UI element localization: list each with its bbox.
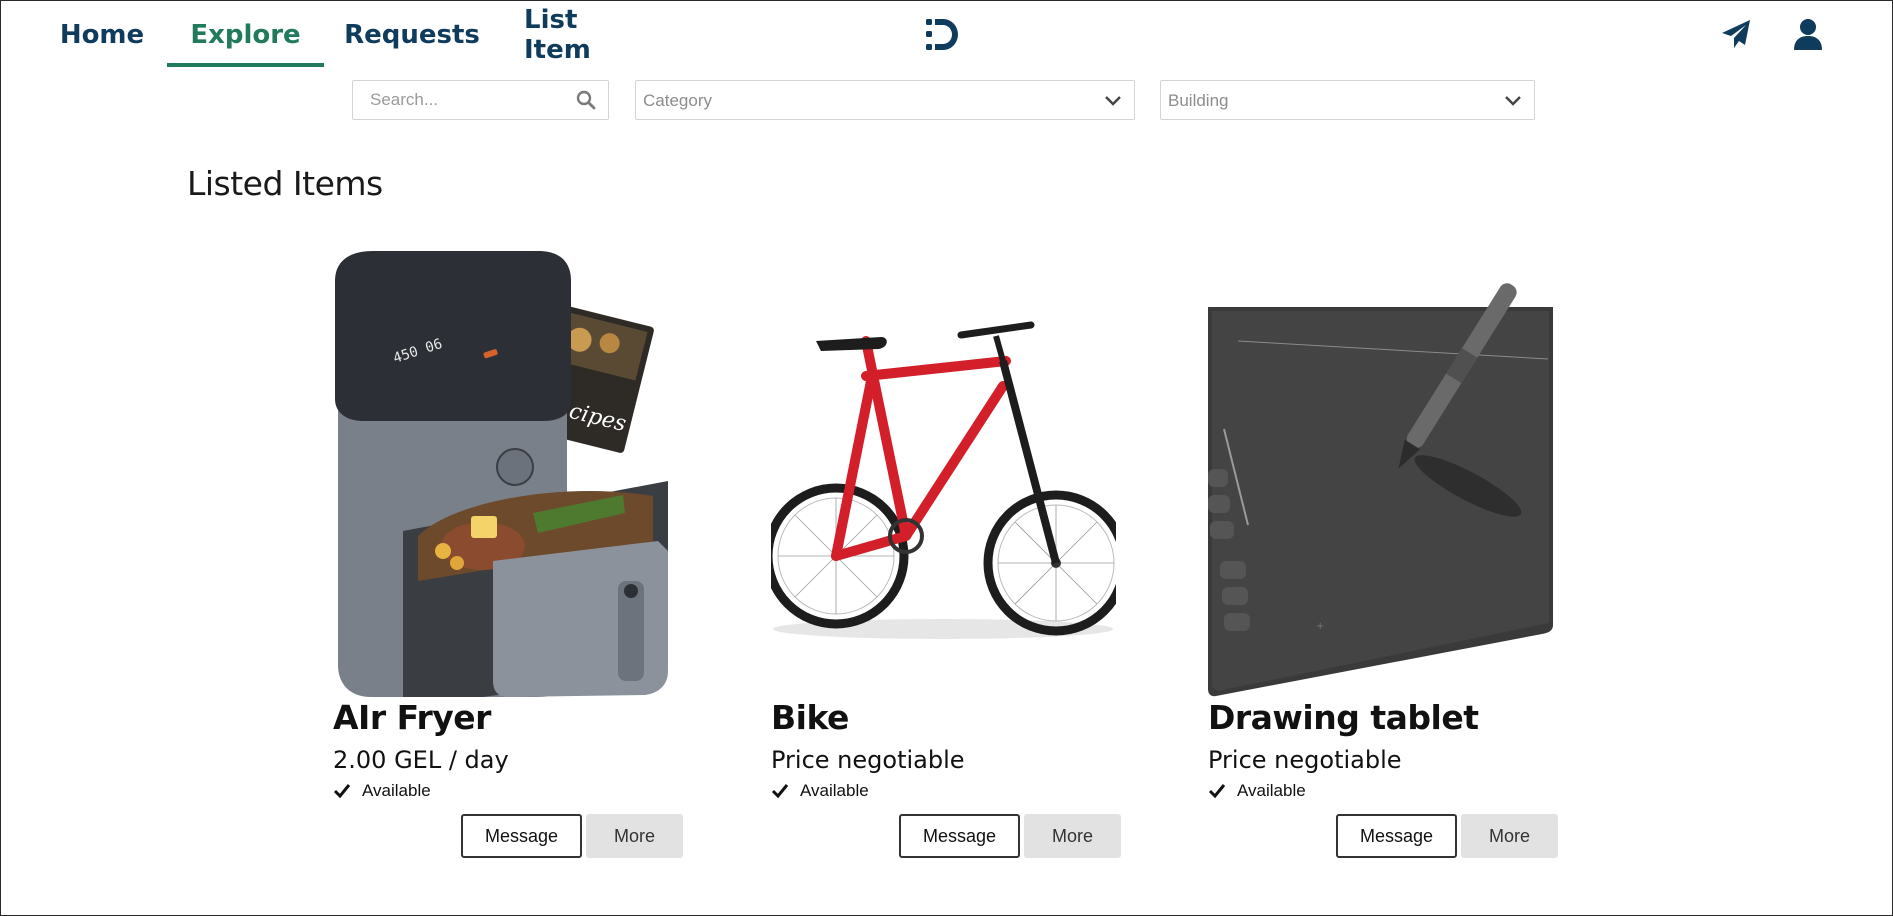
search-icon[interactable]: [576, 90, 596, 110]
drawing-tablet-photo: +: [1208, 251, 1553, 699]
more-button-label: More: [613, 825, 655, 846]
page-title: Listed Items: [187, 164, 383, 203]
availability-status: Available: [333, 781, 431, 801]
more-button-label: More: [1488, 825, 1530, 846]
more-button-label: More: [1051, 825, 1093, 846]
more-button[interactable]: More: [586, 814, 683, 858]
item-title: Bike: [771, 698, 849, 737]
tab-explore-label: Explore: [190, 20, 301, 50]
item-image[interactable]: FUJI: [771, 251, 1116, 699]
item-card: Recipes 450 06 AIr Fryer 2.00 GEL / day …: [333, 251, 683, 861]
app-window: Home Explore Requests List Item Search..…: [0, 0, 1893, 916]
more-button[interactable]: More: [1024, 814, 1121, 858]
chevron-down-icon: [1505, 96, 1521, 106]
availability-label: Available: [1237, 781, 1306, 800]
item-price: 2.00 GEL / day: [333, 746, 509, 774]
message-button[interactable]: Message: [899, 814, 1020, 858]
tab-explore[interactable]: Explore: [167, 1, 324, 69]
message-button-label: Message: [484, 825, 559, 846]
item-card: + Drawing tablet Price negotiable Availa…: [1208, 251, 1558, 861]
more-button[interactable]: More: [1461, 814, 1558, 858]
availability-label: Available: [800, 781, 869, 800]
tab-home[interactable]: Home: [51, 1, 153, 69]
check-icon: [1208, 784, 1226, 799]
item-title: AIr Fryer: [333, 698, 491, 737]
message-button-label: Message: [1359, 825, 1434, 846]
item-title: Drawing tablet: [1208, 698, 1479, 737]
availability-status: Available: [771, 781, 869, 801]
search-input[interactable]: [353, 81, 563, 119]
item-image[interactable]: +: [1208, 251, 1553, 699]
tab-list-item[interactable]: List Item: [524, 1, 649, 69]
tab-requests[interactable]: Requests: [344, 1, 480, 69]
category-select-label: Category: [643, 91, 712, 110]
item-card: FUJI Bike Price negotiable Available Mes…: [771, 251, 1121, 861]
item-price: Price negotiable: [771, 746, 965, 774]
item-price: Price negotiable: [1208, 746, 1402, 774]
availability-status: Available: [1208, 781, 1306, 801]
message-button[interactable]: Message: [461, 814, 582, 858]
svg-text:+: +: [1316, 621, 1324, 632]
tab-home-label: Home: [59, 20, 145, 50]
d-logo-icon[interactable]: [925, 17, 961, 53]
air-fryer-photo: Recipes 450 06: [333, 251, 678, 699]
availability-label: Available: [362, 781, 431, 800]
send-icon[interactable]: [1719, 17, 1753, 51]
check-icon: [333, 784, 351, 799]
building-select[interactable]: Building: [1160, 80, 1535, 120]
user-icon[interactable]: [1791, 17, 1825, 51]
bike-photo: FUJI: [771, 251, 1116, 699]
top-nav: Home Explore Requests List Item: [1, 1, 1893, 69]
building-select-label: Building: [1168, 91, 1229, 110]
item-image[interactable]: Recipes 450 06: [333, 251, 678, 699]
search-field: [352, 80, 609, 120]
tab-list-item-label: List Item: [524, 5, 591, 65]
active-tab-underline: [167, 63, 324, 67]
category-select[interactable]: Category: [635, 80, 1135, 120]
tab-requests-label: Requests: [344, 20, 480, 50]
message-button[interactable]: Message: [1336, 814, 1457, 858]
chevron-down-icon: [1105, 96, 1121, 106]
message-button-label: Message: [922, 825, 997, 846]
check-icon: [771, 784, 789, 799]
